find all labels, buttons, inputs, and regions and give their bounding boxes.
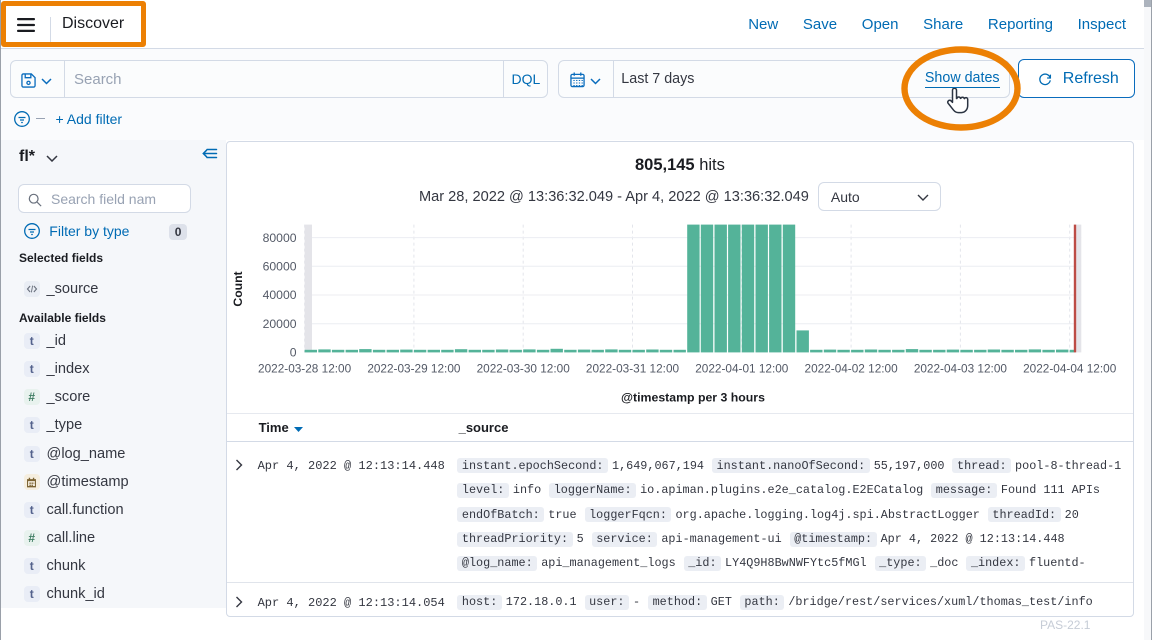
svg-text:2022-03-31 12:00: 2022-03-31 12:00 [586, 361, 680, 375]
svg-text:0: 0 [290, 346, 297, 360]
svg-text:2022-04-03 12:00: 2022-04-03 12:00 [914, 361, 1008, 375]
svg-text:2022-04-02 12:00: 2022-04-02 12:00 [805, 361, 899, 375]
svg-text:2022-04-04 12:00: 2022-04-04 12:00 [1023, 361, 1117, 375]
svg-text:2022-04-01 12:00: 2022-04-01 12:00 [695, 361, 789, 375]
svg-text:40000: 40000 [263, 288, 297, 302]
svg-text:2022-03-30 12:00: 2022-03-30 12:00 [477, 361, 571, 375]
svg-text:60000: 60000 [263, 260, 297, 274]
svg-text:20000: 20000 [263, 317, 297, 331]
svg-text:@timestamp per 3 hours: @timestamp per 3 hours [621, 391, 765, 405]
svg-text:2022-03-29 12:00: 2022-03-29 12:00 [367, 361, 461, 375]
svg-text:2022-03-28 12:00: 2022-03-28 12:00 [258, 361, 352, 375]
svg-text:80000: 80000 [263, 231, 297, 245]
